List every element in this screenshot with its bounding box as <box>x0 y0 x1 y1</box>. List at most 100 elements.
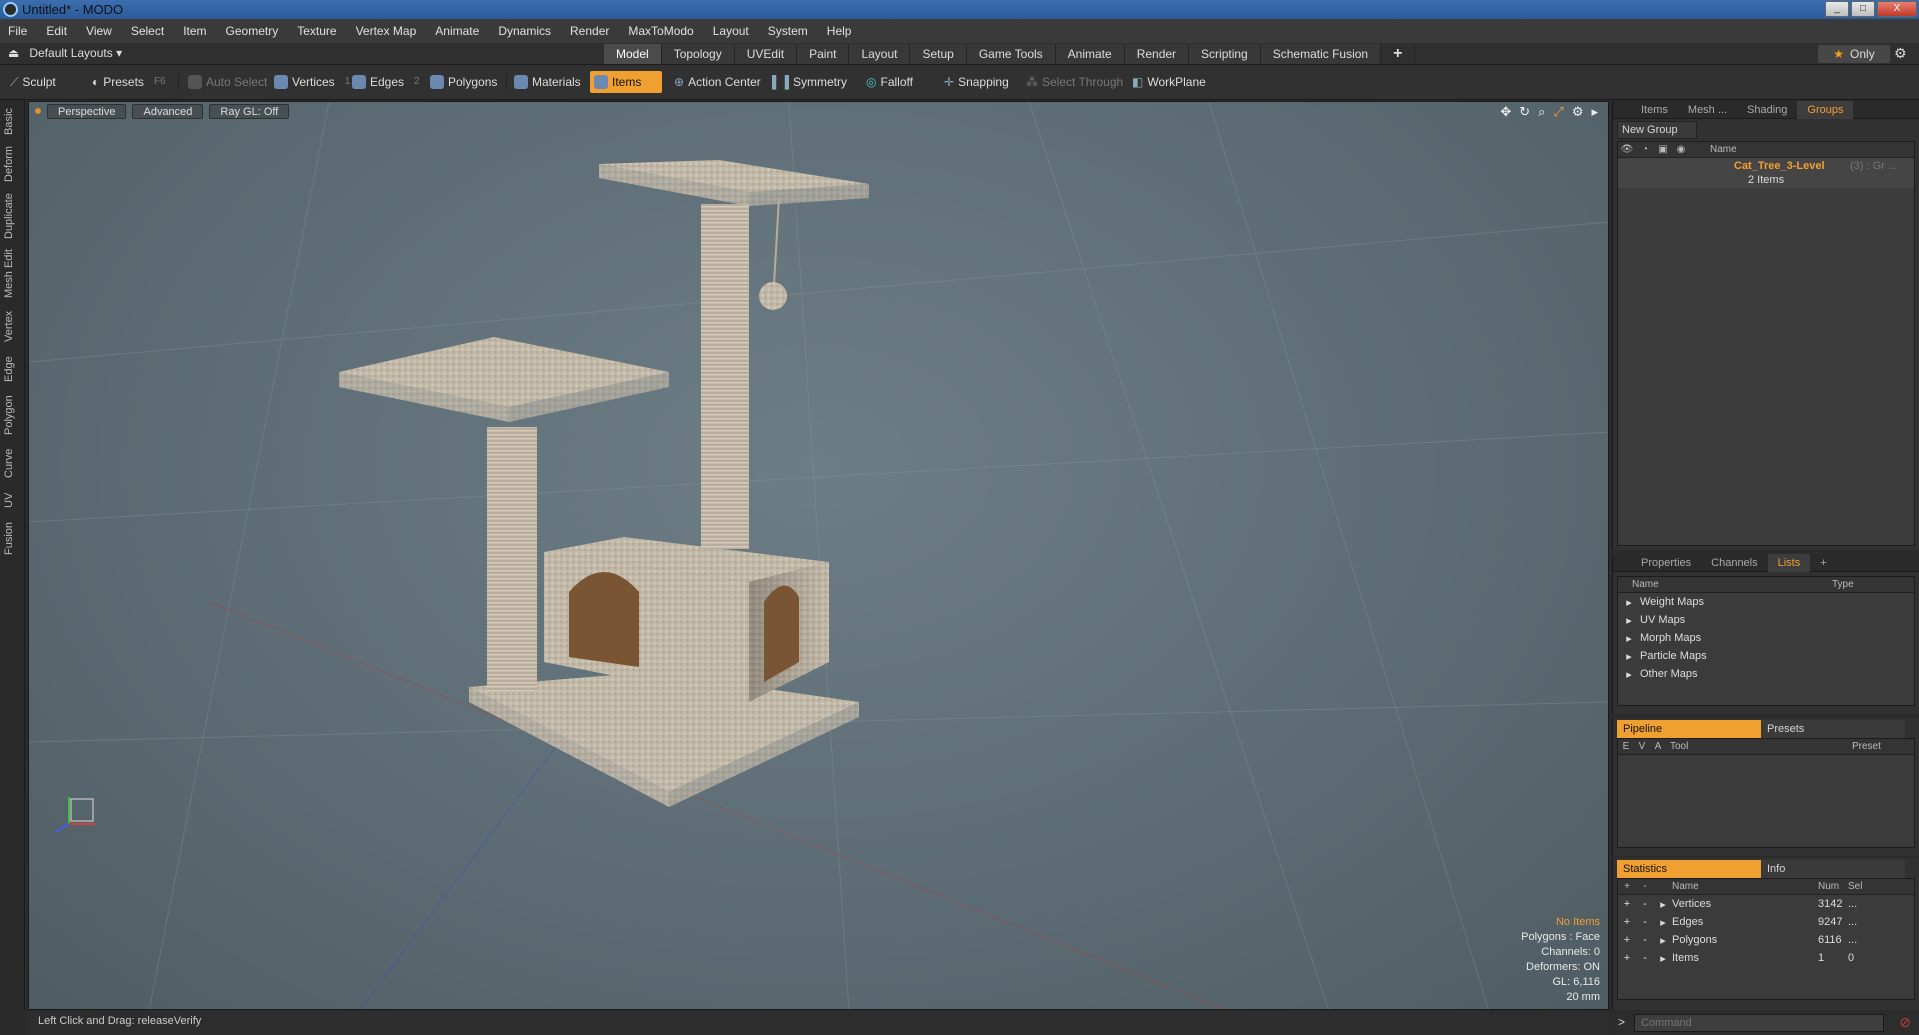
left-tab-edge[interactable]: Edge <box>3 352 22 386</box>
tab-layout[interactable]: Layout <box>849 44 911 64</box>
tab-paint[interactable]: Paint <box>797 44 850 64</box>
left-tab-polygon[interactable]: Polygon <box>3 392 22 438</box>
tab-game-tools[interactable]: Game Tools <box>966 44 1056 64</box>
tab-render[interactable]: Render <box>1124 44 1190 64</box>
tab-items[interactable]: Items <box>1631 101 1678 119</box>
polygons-button[interactable]: Polygons <box>426 71 503 93</box>
workplane-button[interactable]: ◧ WorkPlane <box>1128 71 1212 93</box>
materials-button[interactable]: Materials <box>510 71 587 93</box>
scene-render[interactable] <box>29 102 1609 1010</box>
table-row[interactable]: + - ▸ Polygons 6116 ... <box>1618 931 1914 949</box>
cat-tree-model[interactable] <box>339 160 869 807</box>
remove-icon[interactable]: - <box>1636 898 1654 910</box>
stop-icon[interactable]: ⊘ <box>1899 1014 1911 1031</box>
expand-arrow-icon[interactable]: ▸ <box>1618 614 1640 627</box>
menu-geometry[interactable]: Geometry <box>226 24 279 38</box>
menu-render[interactable]: Render <box>570 24 609 38</box>
raygl-dropdown[interactable]: Ray GL: Off <box>209 103 290 119</box>
tab-pipeline[interactable]: Pipeline <box>1617 720 1761 738</box>
add-tab-button[interactable]: + <box>1381 44 1416 64</box>
vertices-button[interactable]: Vertices 1 <box>270 71 356 93</box>
minimize-button[interactable]: _ <box>1825 1 1849 17</box>
tab-animate[interactable]: Animate <box>1055 44 1125 64</box>
tab-model[interactable]: Model <box>604 44 662 64</box>
list-item[interactable]: ▸ Weight Maps <box>1618 593 1914 611</box>
tab-presets[interactable]: Presets <box>1761 720 1905 738</box>
menu-layout[interactable]: Layout <box>713 24 749 38</box>
gear-icon[interactable]: ⚙ <box>1894 45 1907 62</box>
menu-system[interactable]: System <box>768 24 808 38</box>
items-button[interactable]: Items <box>590 71 662 93</box>
menu-help[interactable]: Help <box>827 24 852 38</box>
left-tab-mesh-edit[interactable]: Mesh Edit <box>3 248 22 300</box>
add-icon[interactable]: + <box>1618 952 1636 964</box>
left-tab-uv[interactable]: UV <box>3 488 22 512</box>
list-item[interactable]: ▸ UV Maps <box>1618 611 1914 629</box>
tab-mesh[interactable]: Mesh ... <box>1678 101 1737 119</box>
tab-lists[interactable]: Lists <box>1767 553 1811 572</box>
symmetry-button[interactable]: ▌▐ Symmetry <box>768 71 853 93</box>
remove-icon[interactable]: - <box>1636 934 1654 946</box>
tab-info[interactable]: Info <box>1761 860 1905 878</box>
new-group-button[interactable]: New Group <box>1617 121 1697 139</box>
table-row[interactable]: + - ▸ Vertices 3142 ... <box>1618 895 1914 913</box>
left-tab-duplicate[interactable]: Duplicate <box>3 190 22 242</box>
expand-arrow-icon[interactable]: ▸ <box>1618 668 1640 681</box>
only-button[interactable]: ★ Only <box>1818 45 1890 63</box>
menu-item[interactable]: Item <box>183 24 206 38</box>
left-tab-basic[interactable]: Basic <box>3 106 22 138</box>
snapping-button[interactable]: ✛ Snapping <box>940 71 1015 93</box>
tab-properties[interactable]: Properties <box>1631 554 1701 572</box>
table-row[interactable]: + - ▸ Edges 9247 ... <box>1618 913 1914 931</box>
viewport-expand-icon[interactable]: ▸ <box>1591 104 1598 120</box>
tab-scripting[interactable]: Scripting <box>1189 44 1261 64</box>
left-tab-fusion[interactable]: Fusion <box>3 518 22 558</box>
table-row[interactable]: + - ▸ Items 1 0 <box>1618 949 1914 967</box>
expand-arrow-icon[interactable]: ▸ <box>1618 596 1640 609</box>
tab-shading[interactable]: Shading <box>1737 101 1797 119</box>
remove-icon[interactable]: - <box>1636 916 1654 928</box>
expand-arrow-icon[interactable]: ▸ <box>1654 952 1672 965</box>
tab-channels[interactable]: Channels <box>1701 554 1767 572</box>
menu-maxtomodo[interactable]: MaxToModo <box>628 24 693 38</box>
menu-texture[interactable]: Texture <box>297 24 336 38</box>
tab-schematic-fusion[interactable]: Schematic Fusion <box>1260 44 1382 64</box>
viewport-settings-icon[interactable]: ⚙ <box>1572 104 1584 120</box>
expand-arrow-icon[interactable]: ▸ <box>1618 632 1640 645</box>
add-icon[interactable]: + <box>1618 898 1636 910</box>
viewport-menu-icon[interactable] <box>35 108 41 114</box>
zoom-icon[interactable]: ⌕ <box>1538 104 1545 120</box>
maximize-viewport-icon[interactable]: ⤢ <box>1553 104 1563 120</box>
tab-groups[interactable]: Groups <box>1797 100 1854 119</box>
group-row[interactable]: Cat_Tree_3-Level (3) : Gr ... 2 Items <box>1618 158 1914 188</box>
menu-file[interactable]: File <box>8 24 27 38</box>
add-icon[interactable]: + <box>1618 916 1636 928</box>
expand-arrow-icon[interactable]: ▸ <box>1654 916 1672 929</box>
pan-icon[interactable]: ✥ <box>1500 104 1511 120</box>
menu-vertex-map[interactable]: Vertex Map <box>356 24 417 38</box>
tab-statistics[interactable]: Statistics <box>1617 860 1761 878</box>
advanced-dropdown[interactable]: Advanced <box>132 103 204 119</box>
command-input[interactable] <box>1634 1014 1884 1032</box>
list-item[interactable]: ▸ Other Maps <box>1618 665 1914 683</box>
menu-select[interactable]: Select <box>131 24 164 38</box>
add-icon[interactable]: + <box>1618 934 1636 946</box>
falloff-button[interactable]: ◎ Falloff <box>862 71 919 93</box>
left-tab-deform[interactable]: Deform <box>3 144 22 184</box>
presets-button[interactable]: ◐ Presets F6 <box>88 71 172 93</box>
remove-icon[interactable]: - <box>1636 952 1654 964</box>
select-through-button[interactable]: ⁂ Select Through <box>1022 71 1129 93</box>
left-tab-vertex[interactable]: Vertex <box>3 306 22 346</box>
menu-edit[interactable]: Edit <box>46 24 67 38</box>
tab-setup[interactable]: Setup <box>910 44 967 64</box>
layouts-dropdown[interactable]: ⏏ Default Layouts ▾ <box>8 46 122 60</box>
list-item[interactable]: ▸ Particle Maps <box>1618 647 1914 665</box>
rotate-icon[interactable]: ↻ <box>1519 104 1530 120</box>
menu-animate[interactable]: Animate <box>435 24 479 38</box>
menu-dynamics[interactable]: Dynamics <box>498 24 551 38</box>
close-button[interactable]: X <box>1877 1 1917 17</box>
perspective-dropdown[interactable]: Perspective <box>47 103 127 119</box>
list-item[interactable]: ▸ Morph Maps <box>1618 629 1914 647</box>
action-center-button[interactable]: ⊕ Action Center <box>670 71 767 93</box>
tab-uvedit[interactable]: UVEdit <box>734 44 798 64</box>
